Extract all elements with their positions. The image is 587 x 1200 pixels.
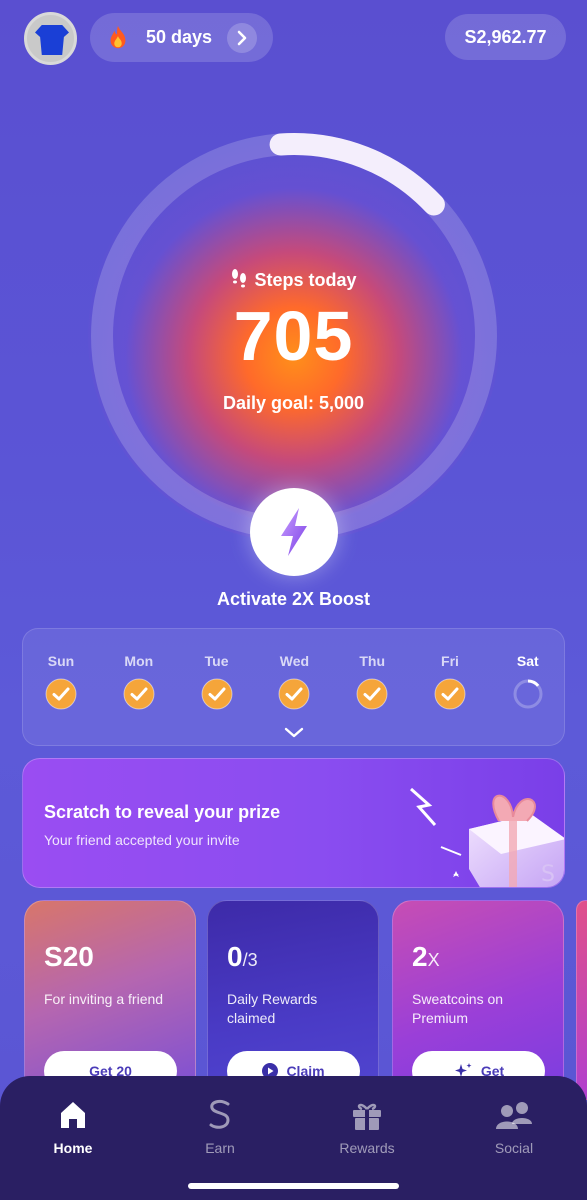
premium-desc: Sweatcoins on Premium [412,991,504,1026]
people-icon [496,1102,532,1129]
banner-title: Scratch to reveal your prize [44,802,281,822]
nav-home[interactable]: Home [23,1098,123,1156]
streak-pill[interactable]: 50 days [90,13,273,62]
home-icon [61,1102,85,1128]
gift-icon [353,1103,381,1130]
check-icon [356,678,388,710]
balance-value: 2,962.77 [476,26,547,47]
jersey-icon [35,25,69,55]
day-label: Tue [204,653,229,669]
bottom-nav: Home Earn Rewards Social [0,1076,587,1200]
sweatcoin-icon [209,1099,230,1129]
balance-pill[interactable]: S 2,962.77 [445,14,566,60]
progress-ring-icon [513,679,543,709]
day-sat: Sat [498,653,558,713]
day-label: Sun [47,653,75,669]
day-fri: Fri [420,653,480,713]
nav-earn[interactable]: Earn [170,1098,270,1156]
day-label: Mon [124,653,154,669]
day-tue: Tue [187,653,247,713]
premium-multiplier: 2X [412,941,440,972]
avatar[interactable] [24,12,77,65]
daily-rewards-card[interactable]: 0/3 Daily Rewards claimed Claim [207,900,379,1100]
day-sun: Sun [31,653,91,713]
gift-box-icon: S [410,787,564,887]
invite-desc: For inviting a friend [44,991,164,1007]
check-icon [123,678,155,710]
check-icon [201,678,233,710]
day-thu: Thu [342,653,402,713]
check-icon [45,678,77,710]
chevron-down-icon[interactable] [282,726,306,740]
day-label: Wed [279,653,310,669]
boost-label[interactable]: Activate 2X Boost [0,589,587,610]
day-mon: Mon [109,653,169,713]
daily-goal: Daily goal: 5,000 [222,393,365,413]
footsteps-icon [232,269,247,288]
chevron-right-icon[interactable] [227,23,257,53]
daily-rewards-count: 0/3 [227,941,258,972]
lightning-icon [281,508,307,556]
fire-icon [110,25,126,48]
steps-label: Steps today [0,268,587,291]
premium-card[interactable]: 2X Sweatcoins on Premium Get [392,900,564,1100]
nav-rewards[interactable]: Rewards [317,1098,417,1156]
banner-subtitle: Your friend accepted your invite [44,832,240,848]
day-wed: Wed [264,653,324,713]
steps-count: 705 [233,297,354,375]
boost-button[interactable] [250,488,338,576]
steps-label-text: Steps today [254,270,357,290]
streak-days: 50 days [146,27,213,47]
day-label: Sat [516,653,539,669]
scratch-banner[interactable]: Scratch to reveal your prize Your friend… [22,758,565,888]
week-streak-panel: Sun Mon Tue Wed Thu Fri Sat [22,628,565,746]
invite-reward: S20 [44,941,94,972]
svg-text:S: S [541,862,555,887]
day-label: Fri [441,653,459,669]
home-indicator [188,1183,399,1189]
nav-social[interactable]: Social [464,1098,564,1156]
sweatcoin-icon: S [464,26,477,47]
invite-card[interactable]: S20 For inviting a friend Get 20 [24,900,196,1100]
next-card-peek[interactable] [576,900,587,1100]
check-icon [434,678,466,710]
daily-rewards-desc: Daily Rewards claimed [227,991,318,1026]
check-icon [278,678,310,710]
day-label: Thu [359,653,386,669]
